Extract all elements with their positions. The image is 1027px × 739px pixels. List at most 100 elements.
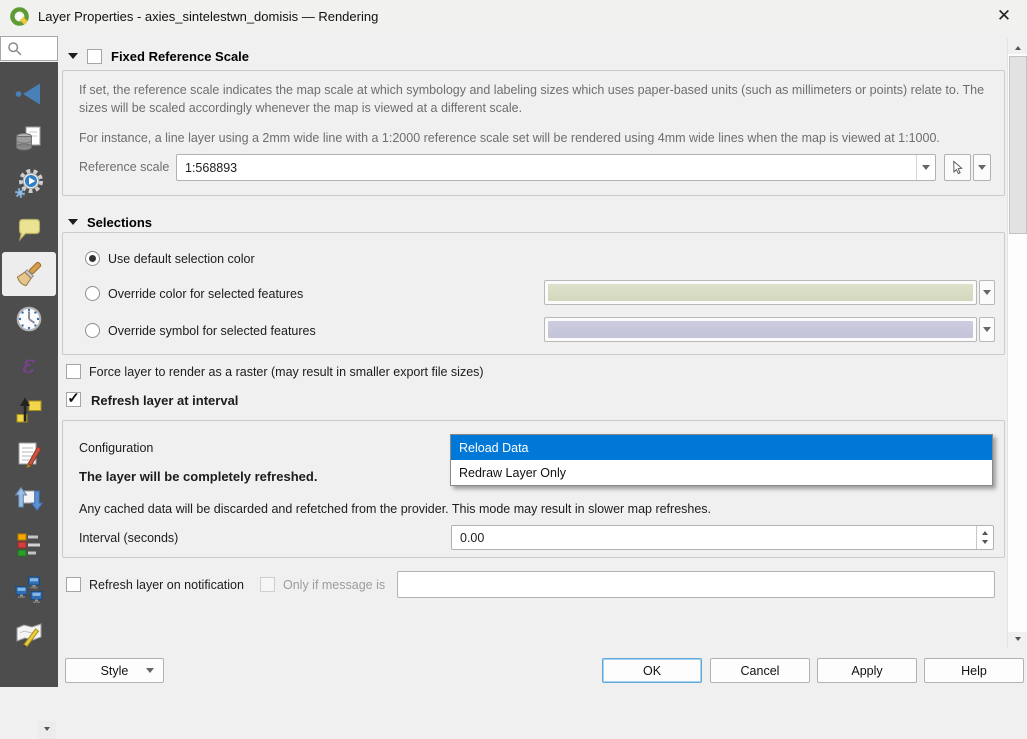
notification-message-input[interactable] bbox=[397, 571, 995, 598]
use-default-selection-color-radio[interactable] bbox=[85, 251, 100, 266]
tab-legend[interactable] bbox=[2, 522, 56, 566]
reference-scale-value: 1:568893 bbox=[177, 161, 916, 175]
cycle-arrows-icon bbox=[14, 484, 44, 514]
reference-scale-description-2: For instance, a line layer using a 2mm w… bbox=[79, 129, 991, 147]
chevron-down-icon bbox=[983, 327, 991, 336]
legend-items-icon bbox=[14, 529, 44, 559]
sidebar-search-input[interactable] bbox=[0, 36, 58, 61]
window-title: Layer Properties - axies_sintelestwn_dom… bbox=[38, 9, 378, 24]
interval-seconds-label: Interval (seconds) bbox=[79, 531, 178, 545]
radio-label: Override color for selected features bbox=[108, 287, 303, 301]
tab-elevation[interactable] bbox=[2, 387, 56, 431]
tab-metadata[interactable] bbox=[2, 432, 56, 476]
ok-button[interactable]: OK bbox=[602, 658, 702, 683]
map-pointer-icon bbox=[950, 160, 965, 175]
spin-up-button[interactable] bbox=[977, 526, 993, 538]
selection-symbol-button[interactable] bbox=[544, 317, 977, 342]
chevron-up-icon bbox=[982, 528, 988, 535]
chevron-down-icon bbox=[982, 540, 988, 547]
tab-display[interactable] bbox=[2, 207, 56, 251]
radio-label: Use default selection color bbox=[108, 252, 255, 266]
chevron-down-icon bbox=[922, 165, 930, 174]
gear-play-icon bbox=[14, 169, 44, 199]
tab-actions[interactable] bbox=[2, 162, 56, 206]
refresh-on-notification-checkbox[interactable] bbox=[66, 577, 81, 592]
collapse-triangle-icon[interactable] bbox=[68, 53, 78, 64]
refresh-mode-detail: Any cached data will be discarded and re… bbox=[79, 502, 711, 516]
epsilon-icon: ε bbox=[14, 349, 44, 379]
tab-variables[interactable]: ε bbox=[2, 342, 56, 386]
scale-options-dropdown-button[interactable] bbox=[973, 154, 991, 181]
refresh-interval-label: Refresh layer at interval bbox=[91, 393, 238, 408]
style-button-label: Style bbox=[101, 664, 129, 678]
tab-bar-scroll-down[interactable] bbox=[38, 721, 56, 739]
selection-color-button[interactable] bbox=[544, 280, 977, 305]
checkmark-icon: ✓ bbox=[67, 391, 80, 406]
fixed-reference-scale-frame: If set, the reference scale indicates th… bbox=[62, 70, 1005, 196]
override-symbol-radio[interactable] bbox=[85, 323, 100, 338]
chevron-down-icon bbox=[978, 165, 986, 174]
tab-source[interactable] bbox=[2, 117, 56, 161]
arrow-up-boxes-icon bbox=[14, 394, 44, 424]
title-bar: Layer Properties - axies_sintelestwn_dom… bbox=[0, 0, 1027, 32]
network-computers-icon bbox=[14, 574, 44, 604]
cancel-button[interactable]: Cancel bbox=[710, 658, 810, 683]
section-title: Selections bbox=[87, 215, 152, 230]
fixed-reference-scale-checkbox[interactable] bbox=[87, 49, 102, 64]
tab-digitizing[interactable] bbox=[2, 612, 56, 656]
selection-color-swatch bbox=[548, 284, 973, 301]
configuration-label: Configuration bbox=[79, 441, 153, 455]
selection-color-dropdown-button[interactable] bbox=[979, 280, 995, 305]
help-button[interactable]: Help bbox=[924, 658, 1024, 683]
only-if-message-checkbox[interactable] bbox=[260, 577, 275, 592]
selection-symbol-dropdown-button[interactable] bbox=[979, 317, 995, 342]
selection-symbol-swatch bbox=[548, 321, 973, 338]
speech-bubble-icon bbox=[14, 214, 44, 244]
interval-seconds-value: 0.00 bbox=[452, 526, 976, 549]
dropdown-option-redraw-layer-only[interactable]: Redraw Layer Only bbox=[451, 460, 992, 485]
chevron-down-icon bbox=[983, 290, 991, 299]
force-raster-checkbox[interactable] bbox=[66, 364, 81, 379]
chevron-up-icon bbox=[1015, 43, 1021, 50]
chevron-down-icon bbox=[1015, 637, 1021, 644]
help-button-label: Help bbox=[961, 664, 987, 678]
style-menu-button[interactable]: Style bbox=[65, 658, 164, 683]
section-title: Fixed Reference Scale bbox=[111, 49, 249, 64]
apply-button[interactable]: Apply bbox=[817, 658, 917, 683]
dropdown-option-reload-data[interactable]: Reload Data bbox=[451, 435, 992, 460]
override-color-radio[interactable] bbox=[85, 286, 100, 301]
refresh-interval-checkbox[interactable]: ✓ bbox=[66, 392, 81, 407]
tab-qgis-server[interactable] bbox=[2, 567, 56, 611]
search-icon bbox=[6, 40, 23, 57]
collapse-triangle-icon[interactable] bbox=[68, 219, 78, 230]
section-fixed-reference-scale-header: Fixed Reference Scale bbox=[68, 47, 249, 65]
configuration-dropdown-list: Reload Data Redraw Layer Only bbox=[450, 434, 993, 486]
radio-label: Override symbol for selected features bbox=[108, 324, 316, 338]
reference-scale-combobox[interactable]: 1:568893 bbox=[176, 154, 936, 181]
reference-scale-label: Reference scale bbox=[79, 160, 169, 174]
scrollbar-thumb[interactable] bbox=[1009, 56, 1027, 234]
tab-information[interactable] bbox=[2, 72, 56, 116]
only-if-message-label: Only if message is bbox=[283, 578, 385, 592]
force-raster-label: Force layer to render as a raster (may r… bbox=[89, 365, 484, 379]
clock-icon bbox=[14, 304, 44, 334]
tab-dependencies[interactable] bbox=[2, 477, 56, 521]
tab-rendering[interactable] bbox=[2, 252, 56, 296]
spin-down-button[interactable] bbox=[977, 538, 993, 550]
qgis-logo-icon bbox=[10, 7, 29, 26]
tab-temporal[interactable] bbox=[2, 297, 56, 341]
vertical-scrollbar[interactable] bbox=[1007, 38, 1027, 648]
cancel-button-label: Cancel bbox=[741, 664, 780, 678]
apply-button-label: Apply bbox=[851, 664, 882, 678]
interval-seconds-spinbox[interactable]: 0.00 bbox=[451, 525, 994, 550]
map-pencil-icon bbox=[14, 619, 44, 649]
scroll-down-button[interactable] bbox=[1008, 632, 1027, 648]
scroll-up-button[interactable] bbox=[1008, 38, 1027, 54]
refresh-on-notification-label: Refresh layer on notification bbox=[89, 578, 244, 592]
reference-scale-description-1: If set, the reference scale indicates th… bbox=[79, 81, 991, 117]
ok-button-label: OK bbox=[643, 664, 661, 678]
set-scale-from-canvas-button[interactable] bbox=[944, 154, 971, 181]
close-icon[interactable]: ✕ bbox=[993, 5, 1015, 27]
information-icon bbox=[14, 79, 44, 109]
notepad-pencil-icon bbox=[14, 439, 44, 469]
